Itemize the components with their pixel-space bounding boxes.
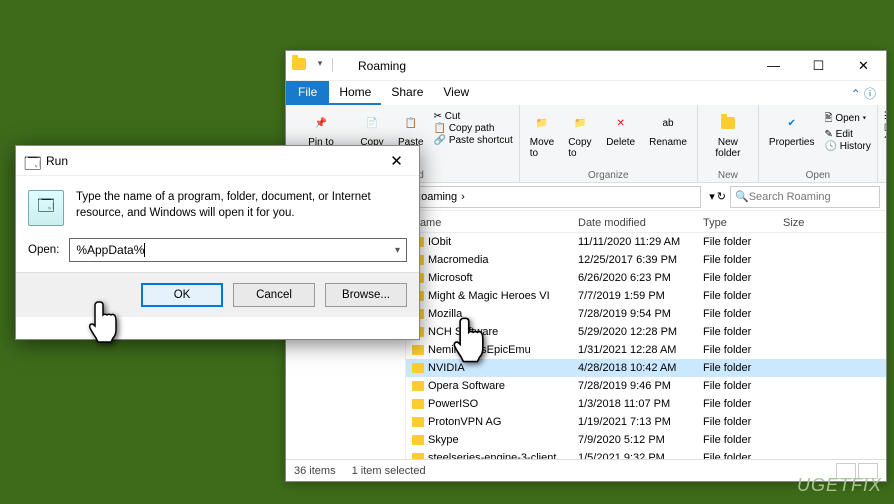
ribbon-tabs: File Home Share View ⌃ ⓘ bbox=[286, 81, 886, 105]
group-label: Select bbox=[878, 170, 886, 181]
tab-home[interactable]: Home bbox=[329, 81, 381, 105]
maximize-button[interactable]: ☐ bbox=[796, 51, 841, 81]
properties-icon: ✔ bbox=[780, 111, 804, 135]
run-app-icon: 🗔 bbox=[28, 190, 64, 226]
group-label: Open bbox=[759, 170, 877, 181]
window-title: Roaming bbox=[354, 59, 751, 73]
move-icon: 📁 bbox=[530, 111, 554, 135]
item-count: 36 items bbox=[294, 465, 336, 477]
ok-button[interactable]: OK bbox=[141, 283, 223, 307]
run-prompt: Type the name of a program, folder, docu… bbox=[76, 190, 407, 226]
table-row[interactable]: Macromedia12/25/2017 6:39 PMFile folder bbox=[406, 251, 886, 269]
edit-button[interactable]: ✎ Edit bbox=[824, 129, 870, 140]
column-headers[interactable]: Name Date modified Type Size bbox=[406, 214, 886, 233]
dialog-buttons: OK Cancel Browse... bbox=[16, 272, 419, 317]
table-row[interactable]: Might & Magic Heroes VI7/7/2019 1:59 PMF… bbox=[406, 287, 886, 305]
selected-count: 1 item selected bbox=[352, 465, 426, 477]
copy-icon: 📄 bbox=[360, 111, 384, 135]
cut-button[interactable]: ✂ Cut bbox=[434, 111, 513, 122]
open-combobox[interactable]: %AppData% bbox=[69, 238, 407, 262]
folder-icon bbox=[292, 58, 308, 74]
tab-view[interactable]: View bbox=[433, 81, 479, 105]
folder-icon bbox=[412, 363, 424, 373]
open-label: Open: bbox=[28, 244, 59, 256]
col-name[interactable]: Name bbox=[406, 214, 576, 232]
table-row[interactable]: Skype7/9/2020 5:12 PMFile folder bbox=[406, 431, 886, 449]
minimize-button[interactable]: — bbox=[751, 51, 796, 81]
table-row[interactable]: steelseries-engine-3-client1/5/2021 9:32… bbox=[406, 449, 886, 459]
group-label: New bbox=[698, 170, 758, 181]
close-button[interactable]: ✕ bbox=[374, 146, 419, 176]
col-date[interactable]: Date modified bbox=[576, 214, 701, 232]
move-to-button[interactable]: 📁Move to bbox=[526, 109, 558, 161]
select-all-button[interactable]: ☰ Select all bbox=[884, 111, 886, 122]
paste-button[interactable]: 📋Paste bbox=[394, 109, 428, 150]
folder-icon bbox=[412, 345, 424, 355]
file-list: Name Date modified Type Size IObit11/11/… bbox=[406, 214, 886, 459]
table-row[interactable]: Microsoft6/26/2020 6:23 PMFile folder bbox=[406, 269, 886, 287]
explorer-title-bar: ▾ Roaming — ☐ ✕ bbox=[286, 51, 886, 81]
pin-icon: 📌 bbox=[309, 111, 333, 135]
close-button[interactable]: ✕ bbox=[841, 51, 886, 81]
dropdown-icon[interactable]: ▾ bbox=[709, 190, 715, 203]
folder-icon bbox=[412, 381, 424, 391]
run-title-bar: 🗔 Run ✕ bbox=[16, 146, 419, 176]
open-button[interactable]: 🖹 Open ▾ bbox=[824, 111, 870, 128]
copy-to-icon: 📁 bbox=[568, 111, 592, 135]
watermark: UGETFIX bbox=[797, 475, 882, 496]
history-button[interactable]: 🕓 History bbox=[824, 141, 870, 152]
table-row[interactable]: IObit11/11/2020 11:29 AMFile folder bbox=[406, 233, 886, 251]
search-input[interactable]: 🔍 Search Roaming bbox=[730, 186, 880, 208]
tab-file[interactable]: File bbox=[286, 81, 329, 105]
rename-button[interactable]: abRename bbox=[645, 109, 691, 150]
select-none-button[interactable]: ☐ Select none bbox=[884, 123, 886, 134]
col-size[interactable]: Size bbox=[781, 214, 841, 232]
tab-share[interactable]: Share bbox=[381, 81, 433, 105]
run-icon: 🗔 bbox=[24, 153, 40, 169]
group-label: Organize bbox=[520, 170, 697, 181]
help-icon[interactable]: ⌃ ⓘ bbox=[841, 81, 886, 105]
copy-to-button[interactable]: 📁Copy to bbox=[564, 109, 596, 161]
folder-icon bbox=[412, 435, 424, 445]
divider-icon bbox=[332, 58, 348, 72]
run-dialog: 🗔 Run ✕ 🗔 Type the name of a program, fo… bbox=[15, 145, 420, 340]
table-row[interactable]: NemirtingasEpicEmu1/31/2021 12:28 AMFile… bbox=[406, 341, 886, 359]
folder-icon bbox=[412, 399, 424, 409]
rename-icon: ab bbox=[656, 111, 680, 135]
folder-icon bbox=[412, 417, 424, 427]
paste-icon: 📋 bbox=[399, 111, 423, 135]
dialog-title: Run bbox=[46, 154, 374, 168]
table-row[interactable]: ProtonVPN AG1/19/2021 7:13 PMFile folder bbox=[406, 413, 886, 431]
table-row[interactable]: NVIDIA4/28/2018 10:42 AMFile folder bbox=[406, 359, 886, 377]
table-row[interactable]: PowerISO1/3/2018 11:07 PMFile folder bbox=[406, 395, 886, 413]
new-folder-icon bbox=[716, 111, 740, 135]
copy-path-button[interactable]: 📋 Copy path bbox=[434, 123, 513, 134]
table-row[interactable]: Opera Software7/28/2019 9:46 PMFile fold… bbox=[406, 377, 886, 395]
cancel-button[interactable]: Cancel bbox=[233, 283, 315, 307]
refresh-button[interactable]: ↻ bbox=[717, 190, 726, 203]
new-folder-button[interactable]: New folder bbox=[704, 109, 752, 161]
down-caret-icon[interactable]: ▾ bbox=[312, 58, 328, 74]
table-row[interactable]: NCH Software5/29/2020 12:28 PMFile folde… bbox=[406, 323, 886, 341]
copy-button[interactable]: 📄Copy bbox=[356, 109, 388, 150]
delete-icon: ✕ bbox=[609, 111, 633, 135]
paste-shortcut-button[interactable]: 🔗 Paste shortcut bbox=[434, 135, 513, 146]
properties-button[interactable]: ✔Properties bbox=[765, 109, 819, 150]
table-row[interactable]: Mozilla7/28/2019 9:54 PMFile folder bbox=[406, 305, 886, 323]
invert-selection-button[interactable]: ⇅ Invert selection bbox=[884, 135, 886, 146]
col-type[interactable]: Type bbox=[701, 214, 781, 232]
open-value: %AppData% bbox=[76, 243, 144, 257]
delete-button[interactable]: ✕Delete bbox=[602, 109, 639, 150]
browse-button[interactable]: Browse... bbox=[325, 283, 407, 307]
